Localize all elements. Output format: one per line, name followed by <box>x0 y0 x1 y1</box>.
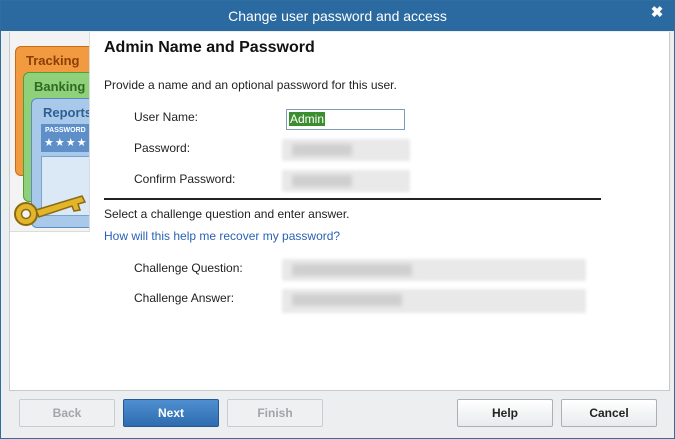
password-strip-label: PASSWORD <box>45 127 86 134</box>
confirm-password-label: Confirm Password: <box>134 172 236 186</box>
confirm-password-masked-value <box>292 175 352 187</box>
next-button[interactable]: Next <box>123 399 219 427</box>
help-button[interactable]: Help <box>457 399 553 427</box>
user-name-label: User Name: <box>134 110 199 124</box>
back-button[interactable]: Back <box>19 399 115 427</box>
dialog-content: Tracking Banking Reports PASSWORD ★★★★ A… <box>9 32 670 390</box>
close-icon[interactable]: ✖ <box>650 5 664 20</box>
intro-text: Provide a name and an optional password … <box>104 78 397 92</box>
section-divider <box>104 198 601 200</box>
window-title: Change user password and access <box>228 8 447 24</box>
challenge-answer-value <box>292 294 402 306</box>
challenge-question-value <box>292 264 412 276</box>
banking-card-label: Banking <box>34 79 86 94</box>
password-label: Password: <box>134 141 191 155</box>
recover-password-link[interactable]: How will this help me recover my passwor… <box>104 229 340 243</box>
challenge-intro: Select a challenge question and enter an… <box>104 207 350 221</box>
cancel-button[interactable]: Cancel <box>561 399 657 427</box>
challenge-answer-label: Challenge Answer: <box>134 291 235 305</box>
change-password-dialog: Change user password and access ✖ Tracki… <box>0 0 675 439</box>
user-name-field[interactable]: Admin <box>286 109 405 130</box>
page-heading: Admin Name and Password <box>104 39 315 56</box>
tracking-card-label: Tracking <box>26 53 80 68</box>
finish-button[interactable]: Finish <box>227 399 323 427</box>
password-masked-value <box>292 144 352 156</box>
title-bar: Change user password and access ✖ <box>1 1 674 31</box>
footer-separator <box>9 390 670 391</box>
security-illustration: Tracking Banking Reports PASSWORD ★★★★ <box>10 32 90 232</box>
reports-card-label: Reports <box>43 105 90 120</box>
user-name-value: Admin <box>289 112 326 126</box>
password-stars: ★★★★ <box>44 137 88 149</box>
key-icon <box>14 195 87 226</box>
challenge-question-label: Challenge Question: <box>134 261 243 275</box>
